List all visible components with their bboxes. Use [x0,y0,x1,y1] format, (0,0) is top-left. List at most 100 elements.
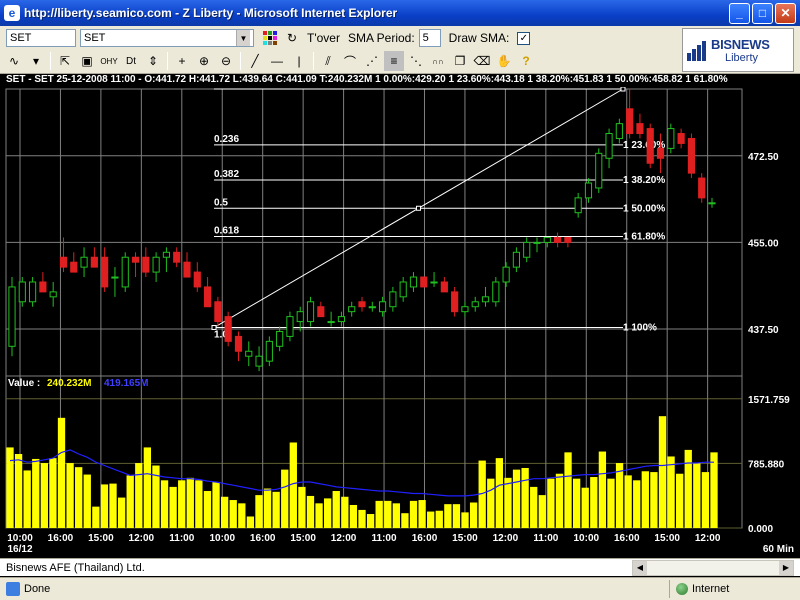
scroll-right-icon[interactable]: ▶ [779,560,793,575]
symbol-combo[interactable]: SET [6,29,76,47]
volume-bar [169,486,177,528]
volume-bar [444,504,452,528]
cursor-arrow-icon[interactable]: ⇱ [55,51,75,71]
volume-bar [100,484,109,528]
pan-hand-icon[interactable]: ✋ [494,51,514,71]
status-bar: Done Internet [0,577,800,600]
toolbar-separator [167,52,168,70]
draw-sma-checkbox[interactable]: ✓ [517,31,531,45]
candle-body [543,236,551,243]
fibonacci-icon[interactable]: ≡ [384,51,404,71]
volume-bar [658,416,667,528]
time-tick-label: 16:00 [48,533,74,544]
fib-handle [416,205,421,211]
volume-bar [263,488,272,528]
volume-bar [521,467,529,528]
candle-body [574,197,582,214]
close-button[interactable]: ✕ [775,2,796,24]
candle-body [595,152,603,189]
arc-icon[interactable]: ⌒ [340,51,360,71]
trend-line-icon[interactable]: ╱ [245,51,265,71]
volume-bar [418,500,426,528]
volume-legend-label: Value : [8,378,40,389]
volume-bar [650,472,658,528]
candle-body [430,281,438,284]
speed-lines-icon[interactable]: ⋱ [406,51,426,71]
ohlc-icon[interactable]: OHY [99,51,119,71]
candle-type-icon[interactable]: ⇕ [143,51,163,71]
volume-bar [126,475,134,528]
chart-canvas[interactable]: 0.00.2361 23.60%0.3821 38.20%0.51 50.00%… [0,87,800,558]
turnover-label[interactable]: T'over [307,31,340,45]
help-icon[interactable]: ? [516,51,536,71]
candle-body [564,236,572,243]
volume-bar [572,478,581,528]
candle-body [286,316,294,337]
channel-icon[interactable]: ⫽ [318,51,338,71]
save-chart-icon[interactable]: ▣ [77,51,97,71]
horizontal-line-icon[interactable]: — [267,51,287,71]
sma-period-label: SMA Period: [347,31,415,45]
fib-percent-label: 1 38.20% [623,175,665,186]
time-tick-label: 15:00 [290,533,316,544]
refresh-icon[interactable]: ↻ [282,28,302,48]
time-tick-label: 10:00 [209,533,235,544]
minimize-button[interactable]: _ [729,2,750,24]
volume-bar [281,469,289,528]
zoom-in-icon[interactable]: ⊕ [194,51,214,71]
candle-body [677,133,685,144]
chevron-down-icon: ▼ [236,30,250,46]
candle-body [687,137,696,174]
window-titlebar: e http://liberty.seamico.com - Z Liberty… [0,0,800,26]
volume-bar [495,458,504,528]
volume-bar [341,496,349,528]
candle-body [327,321,335,324]
vertical-line-icon[interactable]: | [289,51,309,71]
ohlc-info-line: SET - SET 25-12-2008 11:00 - O:441.72 H:… [0,74,800,87]
globe-icon [676,583,688,595]
maximize-button[interactable]: □ [752,2,773,24]
candle-body [80,256,88,268]
status-text: Done [24,583,51,595]
volume-bar [238,503,246,528]
candle-body [698,177,706,199]
horizontal-scrollbar[interactable]: ◀ ▶ [632,559,794,576]
fan-icon[interactable]: ⋰ [362,51,382,71]
sma-period-input[interactable]: 5 [418,29,441,47]
cycle-icon[interactable]: ∩∩ [428,51,448,71]
volume-bar [229,500,237,528]
symbol-select[interactable]: SET ▼ [80,29,254,47]
candle-body [667,128,675,149]
toolbar-separator [50,52,51,70]
time-tick-label: 10:00 [7,533,33,544]
volume-bar [160,480,169,528]
price-tick-label: 455.00 [748,238,779,249]
candle-body [399,281,407,298]
candle-body [420,276,428,288]
volume-bar [684,449,692,528]
crosshair-icon[interactable]: + [172,51,192,71]
bisnews-logo: BISNEWS Liberty [682,28,794,72]
candle-body [306,301,315,323]
volume-bar [401,513,409,528]
volume-bar [195,480,203,528]
delete-icon[interactable]: ⌫ [472,51,492,71]
clone-icon[interactable]: ❐ [450,51,470,71]
zoom-out-icon[interactable]: ⊖ [216,51,236,71]
dropdown-arrow-icon[interactable]: ▾ [26,51,46,71]
scroll-left-icon[interactable]: ◀ [633,560,647,575]
candle-body [512,251,521,268]
fib-percent-label: 1 50.00% [623,203,665,214]
line-style-icon[interactable]: ∿ [4,51,24,71]
volume-bar [590,477,598,528]
volume-bar [581,487,589,528]
volume-bar [92,506,100,528]
draw-sma-label: Draw SMA: [448,31,510,45]
fib-ratio-label: 0.5 [214,197,228,208]
dividend-icon[interactable]: Dt [121,51,141,71]
volume-bar [710,452,718,528]
volume-bar [332,491,340,528]
candle-body [523,241,531,258]
color-palette-icon[interactable] [260,28,280,48]
candle-body [224,316,232,342]
